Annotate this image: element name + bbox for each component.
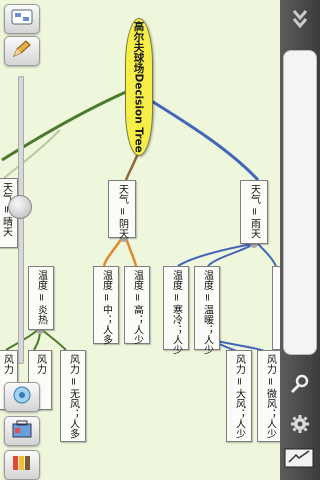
node-weather-cloudy[interactable]: 天气 = 阴天: [108, 180, 136, 239]
search-button[interactable]: [280, 368, 320, 404]
presentation-icon: [283, 446, 317, 474]
edit-node-button[interactable]: [4, 4, 40, 34]
toolbox-button[interactable]: [4, 416, 40, 446]
gear-icon: [289, 413, 311, 439]
node-label: 风力 = 大风；人少: [233, 354, 245, 439]
palette-icon: [11, 453, 33, 477]
branch-cloudy-high: [124, 237, 138, 267]
palette-button[interactable]: [4, 450, 40, 480]
presentation-button[interactable]: [280, 440, 320, 480]
settings-button[interactable]: [280, 408, 320, 444]
node-label: 天气 = 阴天: [116, 184, 128, 239]
node-label: 温度 = 炎热: [35, 270, 47, 325]
search-icon: [289, 373, 311, 399]
node-temp-hot[interactable]: 温度 = 炎热: [28, 266, 54, 330]
node-label: 天气 = 雨天: [248, 184, 260, 239]
collapse-arrows-icon: [289, 7, 311, 33]
node-label: 风力 = 无风；人多: [67, 354, 79, 439]
edit-node-icon: [11, 7, 33, 31]
node-temp-mid[interactable]: 温度 = 中；人多: [93, 266, 119, 345]
node-label: 温度 = 温暖；人少: [201, 270, 213, 355]
node-temp-warm[interactable]: 温度 = 温暖；人少: [194, 266, 220, 355]
node-label: 风力 = 微风；人少: [264, 354, 276, 439]
node-weather-rain[interactable]: 天气 = 雨天: [240, 180, 268, 244]
node-label: 温度 = 高；人少: [131, 270, 143, 345]
toolbox-icon: [11, 419, 33, 443]
node-label: 风力: [1, 354, 13, 374]
node-wind-strong[interactable]: 风力 = 大风；人少: [226, 350, 252, 442]
node-label: 风力: [34, 354, 46, 374]
branch-rain-right: [257, 243, 277, 267]
collapse-button[interactable]: [280, 2, 320, 38]
node-wind-none[interactable]: 风力 = 无风；人多: [60, 350, 86, 442]
branch-cloudy-mid: [102, 237, 124, 267]
node-temp-high[interactable]: 温度 = 高；人少: [124, 266, 150, 345]
node-label: 温度 = 中；人多: [100, 270, 112, 345]
root-node[interactable]: 高尔夫球场Decision Tree: [125, 18, 153, 156]
bubble-icon: [11, 385, 33, 409]
bubble-button[interactable]: [4, 382, 40, 412]
node-wind-breeze[interactable]: 风力 = 微风；人少: [257, 350, 280, 442]
root-node-label: 高尔夫球场Decision Tree: [132, 21, 145, 153]
pencil-icon: [11, 39, 33, 63]
branch-root-rain: [149, 98, 260, 182]
node-temp-right[interactable]: [272, 266, 280, 350]
pencil-button[interactable]: [4, 36, 40, 66]
node-temp-cold[interactable]: 温度 = 寒冷；人少: [163, 266, 189, 355]
node-label: 温度 = 寒冷；人少: [170, 270, 182, 355]
branch-hot-wind2: [41, 329, 67, 351]
notes-panel[interactable]: [283, 50, 317, 355]
zoom-slider-thumb[interactable]: [8, 195, 32, 219]
mindmap-canvas[interactable]: 高尔夫球场Decision Tree 天气 = 阴天 天气 = 雨天 天气 = …: [0, 0, 280, 480]
zoom-slider-track[interactable]: [18, 76, 24, 364]
branch-rain-cold: [177, 243, 253, 267]
